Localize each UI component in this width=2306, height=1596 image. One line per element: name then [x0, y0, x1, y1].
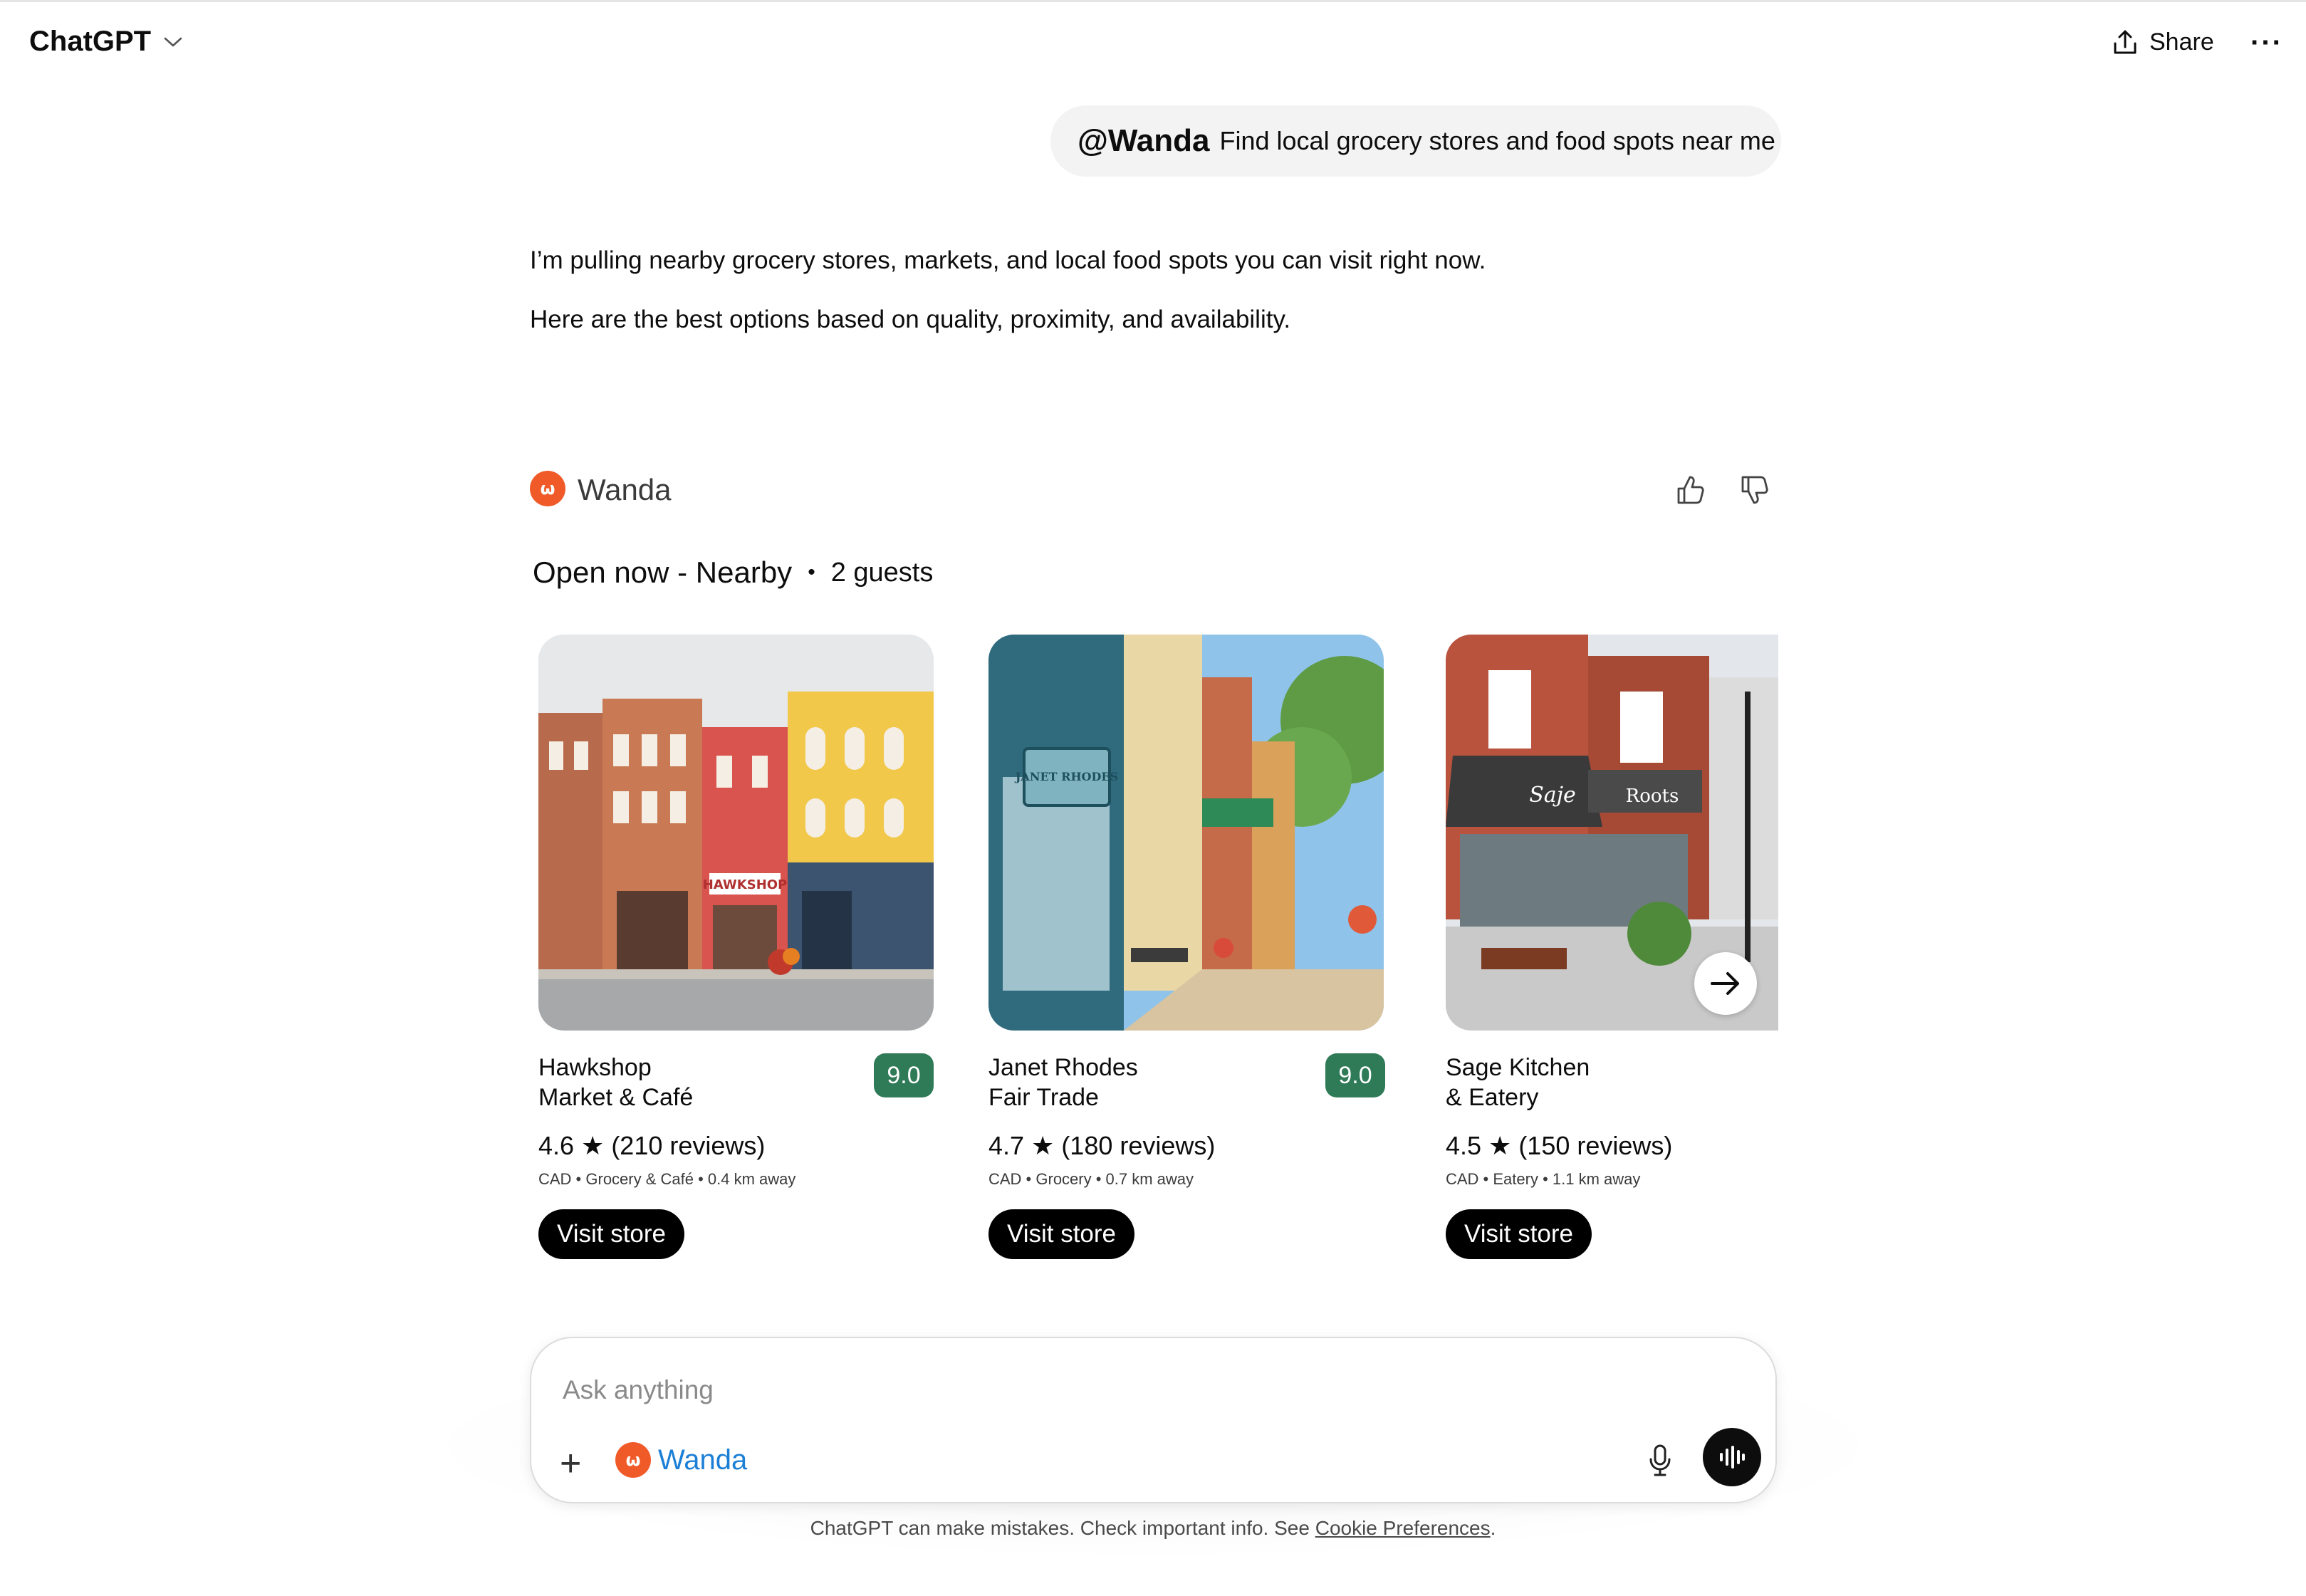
store-meta: CAD • Eatery • 1.1 km away: [1446, 1170, 1641, 1188]
store-name-line2: Market & Café: [538, 1084, 694, 1111]
widget-app-name: Wanda: [578, 473, 672, 506]
guest-count: 2 guests: [830, 557, 934, 588]
disclaimer-text: ChatGPT can make mistakes. Check importa…: [810, 1517, 1315, 1539]
carousel-next-button[interactable]: [1694, 952, 1757, 1015]
model-selector[interactable]: ChatGPT: [29, 26, 182, 58]
app-mention: @Wanda: [1078, 123, 1210, 158]
store-name-line1: Hawkshop: [538, 1054, 652, 1081]
add-attachment-button[interactable]: +: [560, 1442, 581, 1485]
visit-store-button[interactable]: Visit store: [988, 1209, 1135, 1259]
store-name[interactable]: Hawkshop Market & Café: [538, 1053, 693, 1112]
more-icon: ···: [2250, 27, 2283, 58]
store-name[interactable]: Sage Kitchen & Eatery: [1446, 1053, 1590, 1112]
store-rating: 4.6 ★ (210 reviews): [538, 1131, 766, 1160]
separator-dot: •: [808, 560, 815, 584]
visit-store-button[interactable]: Visit store: [538, 1209, 685, 1259]
cookie-preferences-link[interactable]: Cookie Preferences: [1315, 1517, 1491, 1539]
thumbs-up-button[interactable]: [1670, 470, 1710, 510]
assistant-paragraph: I’m pulling nearby grocery stores, marke…: [530, 246, 1486, 274]
prompt-input[interactable]: [561, 1368, 1632, 1412]
image-sign: Saje: [1529, 783, 1576, 808]
user-message-text: Find local grocery stores and food spots…: [1219, 126, 1775, 155]
share-button[interactable]: Share: [2112, 28, 2214, 56]
wanda-logo-icon: ω: [615, 1442, 651, 1478]
image-sign-secondary: COFFEE CULT: [802, 838, 916, 855]
store-name-line1: Sage Kitchen: [1446, 1054, 1590, 1081]
section-heading: Open now - Nearby • 2 guests: [533, 556, 933, 590]
store-meta: CAD • Grocery • 0.7 km away: [988, 1170, 1194, 1188]
share-icon: [2114, 30, 2137, 53]
wanda-logo-icon: ω: [530, 471, 565, 506]
tool-chip-label: Wanda: [658, 1444, 748, 1476]
composer: + ω Wanda: [530, 1337, 1777, 1503]
store-image-hawkshop[interactable]: HAWKSHOP COFFEE CULT: [538, 635, 934, 1031]
wanda-tool-chip[interactable]: ω Wanda: [615, 1442, 747, 1478]
microphone-button[interactable]: [1647, 1444, 1673, 1481]
store-image-janet-rhodes[interactable]: JANET RHODES: [988, 635, 1384, 1031]
assistant-paragraph: Here are the best options based on quali…: [530, 306, 1291, 333]
store-name-line2: & Eatery: [1446, 1084, 1539, 1111]
store-meta: CAD • Grocery & Café • 0.4 km away: [538, 1170, 796, 1188]
waveform-icon: [1720, 1446, 1745, 1469]
section-title: Open now - Nearby: [533, 556, 793, 589]
image-sign: JANET RHODES: [1014, 770, 1118, 783]
microphone-icon: [1649, 1444, 1671, 1476]
image-sign-secondary: Roots: [1626, 786, 1679, 807]
user-message-bubble: @Wanda Find local grocery stores and foo…: [1050, 105, 1781, 177]
store-name-line2: Fair Trade: [988, 1084, 1099, 1111]
voice-mode-button[interactable]: [1703, 1428, 1761, 1486]
more-options-button[interactable]: ···: [2250, 27, 2283, 59]
thumbs-down-icon: [1741, 476, 1768, 504]
visit-store-button[interactable]: Visit store: [1446, 1209, 1592, 1259]
disclaimer-end: .: [1490, 1517, 1496, 1539]
image-sign: HAWKSHOP: [703, 877, 788, 892]
share-label: Share: [2149, 28, 2214, 56]
store-rating: 4.5 ★ (150 reviews): [1446, 1131, 1673, 1160]
thumbs-up-icon: [1677, 476, 1704, 504]
store-rating: 4.7 ★ (180 reviews): [988, 1131, 1216, 1160]
score-badge: 9.0: [874, 1053, 934, 1097]
chevron-down-icon: [164, 37, 182, 46]
footer-disclaimer: ChatGPT can make mistakes. Check importa…: [0, 1517, 2306, 1540]
score-badge: 9.0: [1325, 1053, 1385, 1097]
arrow-right-icon: [1711, 972, 1739, 995]
store-name-line1: Janet Rhodes: [988, 1054, 1138, 1081]
store-name[interactable]: Janet Rhodes Fair Trade: [988, 1053, 1138, 1112]
app-title: ChatGPT: [29, 26, 152, 57]
thumbs-down-button[interactable]: [1734, 470, 1774, 510]
top-border: [0, 0, 2306, 2]
